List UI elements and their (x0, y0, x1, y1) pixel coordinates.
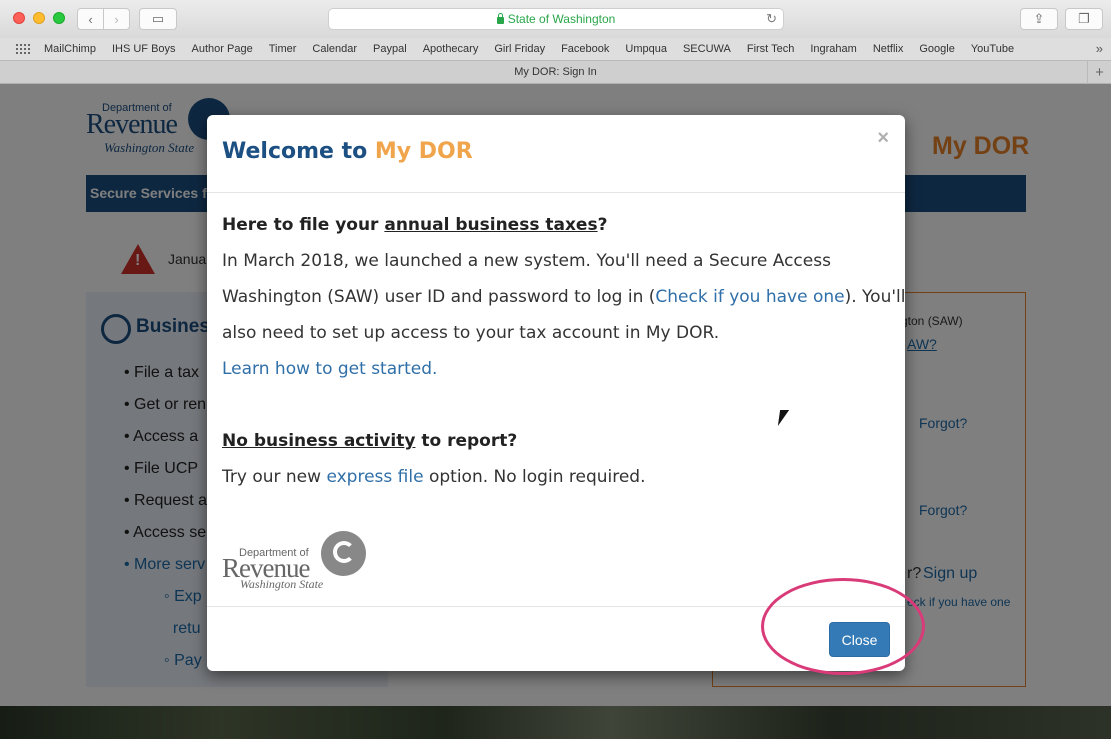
bookmark-item[interactable]: Netflix (873, 43, 904, 55)
annual-taxes-text: annual business taxes (384, 215, 598, 235)
url-text: State of Washington (507, 12, 616, 26)
paragraph-line: Washington (SAW) user ID and password to… (222, 287, 906, 307)
paragraph-line: Try our new express file option. No logi… (222, 467, 646, 487)
modal-header: Welcome to My DOR × (207, 115, 905, 193)
sidebar-toggle-button[interactable]: ▭ (139, 8, 177, 30)
bookmark-item[interactable]: Facebook (561, 43, 609, 55)
logo-state-text: Washington State (240, 577, 324, 591)
modal-title-accent: My DOR (374, 139, 473, 164)
paragraph-line: In March 2018, we launched a new system.… (222, 251, 831, 271)
chevron-left-icon: ‹ (88, 11, 93, 27)
check-if-you-have-one-link[interactable]: Check if you have one (655, 287, 844, 307)
close-icon[interactable]: × (877, 127, 889, 150)
apps-grid-icon[interactable] (16, 44, 30, 54)
tab-title[interactable]: My DOR: Sign In (514, 66, 597, 78)
bookmark-item[interactable]: Umpqua (625, 43, 667, 55)
reload-icon[interactable]: ↻ (766, 11, 777, 27)
bookmark-item[interactable]: Google (919, 43, 954, 55)
bookmark-item[interactable]: Timer (269, 43, 297, 55)
address-bar[interactable]: State of Washington ↻ (328, 8, 784, 30)
bookmark-item[interactable]: Apothecary (423, 43, 479, 55)
section-heading-no-activity: No business activity to report? (222, 431, 518, 451)
modal-dor-logo: Department of Revenue Washington State (222, 531, 372, 591)
sidebar-icon: ▭ (151, 11, 165, 26)
bookmark-item[interactable]: YouTube (971, 43, 1014, 55)
lock-icon (496, 12, 504, 24)
zoom-window-button[interactable] (53, 12, 65, 24)
share-icon: ⇪ (1033, 11, 1045, 26)
chevron-double-right-icon[interactable]: » (1096, 41, 1103, 56)
section-heading-taxes: Here to file your annual business taxes? (222, 215, 608, 235)
minimize-window-button[interactable] (33, 12, 45, 24)
show-tabs-button[interactable]: ❐ (1065, 8, 1103, 30)
bookmark-item[interactable]: SECUWA (683, 43, 731, 55)
forward-button[interactable]: › (103, 8, 130, 30)
close-window-button[interactable] (13, 12, 25, 24)
new-tab-button[interactable]: + (1087, 61, 1111, 84)
tabs-icon: ❐ (1078, 11, 1090, 26)
express-file-link[interactable]: express file (326, 467, 423, 487)
browser-titlebar: ‹ › ▭ State of Washington ↻ ⇪ ❐ (0, 0, 1111, 38)
bookmark-item[interactable]: MailChimp (44, 43, 96, 55)
bookmark-item[interactable]: Girl Friday (494, 43, 545, 55)
share-button[interactable]: ⇪ (1020, 8, 1058, 30)
modal-title: Welcome to My DOR (222, 139, 473, 164)
bookmark-item[interactable]: Ingraham (810, 43, 856, 55)
plus-icon: + (1095, 64, 1104, 81)
bookmark-item[interactable]: IHS UF Boys (112, 43, 176, 55)
logo-mark-icon (321, 531, 366, 576)
paragraph-line: also need to set up access to your tax a… (222, 323, 720, 343)
highlight-circle (761, 578, 925, 675)
learn-how-link[interactable]: Learn how to get started. (222, 359, 437, 379)
tab-bar: My DOR: Sign In + (0, 60, 1111, 84)
bookmarks-bar: MailChimp IHS UF Boys Author Page Timer … (0, 38, 1111, 60)
bookmark-item[interactable]: Author Page (192, 43, 253, 55)
bookmark-item[interactable]: Calendar (312, 43, 357, 55)
bookmark-item[interactable]: First Tech (747, 43, 794, 55)
bookmark-item[interactable]: Paypal (373, 43, 407, 55)
chevron-right-icon: › (114, 11, 119, 27)
back-button[interactable]: ‹ (77, 8, 104, 30)
